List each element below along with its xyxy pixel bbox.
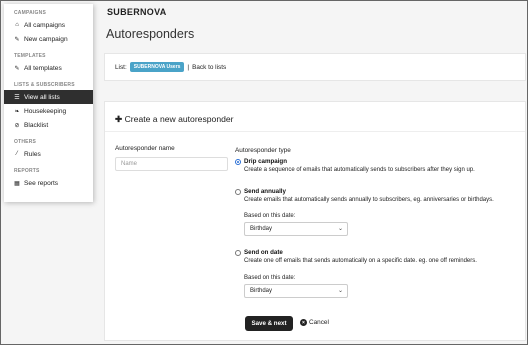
app-window: CAMPAIGNS ⌂ All campaigns ✎ New campaign…	[0, 0, 528, 345]
report-icon: ▦	[14, 180, 20, 187]
sidebar-section-lists: LISTS & SUBSCRIBERS	[14, 82, 75, 88]
brand-name: SUBERNOVA	[107, 7, 167, 17]
send-annually-title: Send annually	[244, 188, 286, 195]
cancel-button[interactable]: × Cancel	[300, 319, 329, 326]
divider	[105, 131, 525, 132]
send-on-date-radio[interactable]	[235, 250, 241, 256]
sidebar-item-all-templates[interactable]: ✎ All templates	[4, 61, 93, 75]
sidebar-section-reports: REPORTS	[14, 168, 40, 174]
sidebar-section-others: OTHERS	[14, 139, 37, 145]
sidebar-item-new-campaign[interactable]: ✎ New campaign	[4, 32, 93, 46]
chevron-down-icon: ⌄	[337, 226, 343, 232]
wand-icon: ⁄	[16, 151, 18, 157]
send-on-date-title: Send on date	[244, 249, 283, 256]
sidebar-item-view-all-lists[interactable]: ☰ View all lists	[4, 90, 93, 104]
drip-campaign-title: Drip campaign	[244, 158, 287, 165]
send-on-date-description: Create one off emails that sends automat…	[244, 258, 477, 264]
autoresponder-type-label: Autoresponder type	[235, 147, 291, 154]
breadcrumb-separator: |	[187, 63, 190, 71]
autoresponder-name-input[interactable]: Name	[115, 157, 228, 171]
ban-icon: ⊘	[14, 122, 20, 129]
card-title: ✚ Create a new autoresponder	[115, 114, 234, 125]
cancel-label: Cancel	[309, 319, 329, 326]
create-autoresponder-card: ✚ Create a new autoresponder Autorespond…	[104, 101, 526, 341]
sidebar-item-label: Blacklist	[24, 121, 49, 129]
edit-icon: ✎	[14, 36, 20, 43]
list-prefix: List:	[115, 63, 127, 71]
sidebar-item-housekeeping[interactable]: ❧ Housekeeping	[4, 104, 93, 118]
autoresponder-name-label: Autoresponder name	[115, 145, 175, 152]
sidebar-item-all-campaigns[interactable]: ⌂ All campaigns	[4, 18, 93, 32]
send-annually-radio[interactable]	[235, 189, 241, 195]
sidebar-item-blacklist[interactable]: ⊘ Blacklist	[4, 118, 93, 132]
main-content: SUBERNOVA Autoresponders List: SUBERNOVA…	[93, 1, 527, 344]
back-to-lists-link[interactable]: Back to lists	[192, 64, 226, 71]
sidebar-item-label: View all lists	[24, 93, 60, 101]
home-icon: ⌂	[15, 22, 19, 28]
plus-icon: ✚	[115, 114, 123, 124]
sidebar-item-label: Housekeeping	[24, 107, 67, 115]
send-on-date-date-select[interactable]: Birthday ⌄	[244, 284, 348, 298]
select-value: Birthday	[250, 288, 273, 294]
list-breadcrumb: List: SUBERNOVA Users | Back to lists	[104, 53, 526, 81]
leaf-icon: ❧	[14, 108, 20, 115]
send-annually-date-select[interactable]: Birthday ⌄	[244, 222, 348, 236]
sidebar: CAMPAIGNS ⌂ All campaigns ✎ New campaign…	[4, 4, 93, 202]
send-on-date-date-label: Based on this date:	[244, 275, 296, 281]
sidebar-item-label: All templates	[24, 64, 62, 72]
sidebar-item-label: See reports	[24, 179, 59, 187]
send-annually-date-label: Based on this date:	[244, 213, 296, 219]
sidebar-item-see-reports[interactable]: ▦ See reports	[4, 176, 93, 190]
sidebar-item-label: All campaigns	[24, 21, 66, 29]
sidebar-section-templates: TEMPLATES	[14, 53, 46, 59]
close-icon: ×	[300, 319, 307, 326]
edit-icon: ✎	[14, 65, 20, 72]
drip-campaign-description: Create a sequence of emails that automat…	[244, 167, 475, 173]
drip-campaign-radio[interactable]	[235, 159, 241, 165]
sidebar-item-rules[interactable]: ⁄ Rules	[4, 147, 93, 161]
chevron-down-icon: ⌄	[337, 288, 343, 294]
sidebar-item-label: New campaign	[24, 35, 68, 43]
select-value: Birthday	[250, 226, 273, 232]
page-title: Autoresponders	[106, 27, 195, 41]
sidebar-item-label: Rules	[24, 150, 41, 158]
send-annually-description: Create emails that automatically sends a…	[244, 197, 494, 203]
card-title-text: Create a new autoresponder	[124, 114, 234, 124]
list-icon: ☰	[14, 94, 20, 101]
save-and-next-button[interactable]: Save & next	[245, 316, 293, 331]
sidebar-section-campaigns: CAMPAIGNS	[14, 10, 46, 16]
list-name-badge[interactable]: SUBERNOVA Users	[129, 62, 185, 72]
